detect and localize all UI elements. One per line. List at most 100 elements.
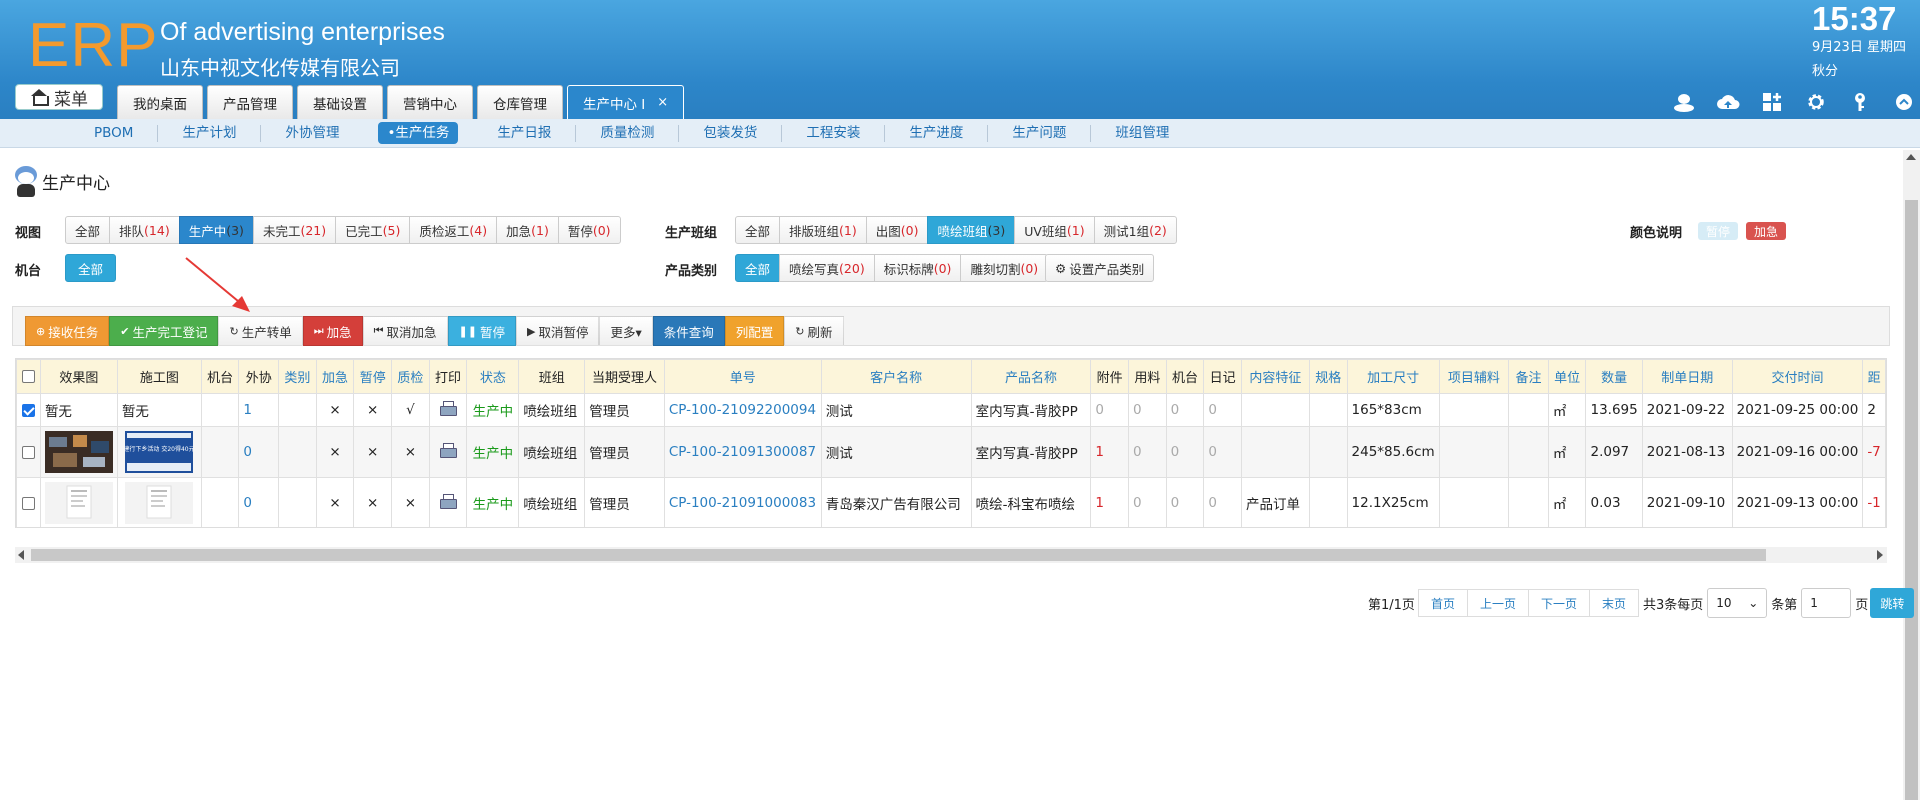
row-select-cell[interactable] — [16, 477, 41, 527]
col-header-sortable[interactable]: 备注 — [1508, 359, 1549, 394]
transfer-order-button[interactable]: ↻ 生产转单 — [218, 316, 303, 346]
last-page-button[interactable]: 末页 — [1588, 589, 1639, 617]
row-select-cell[interactable] — [16, 426, 41, 478]
scroll-left-icon[interactable] — [18, 550, 24, 560]
construction-thumbnail[interactable] — [125, 482, 194, 524]
user-icon[interactable] — [1672, 90, 1696, 114]
chevron-up-icon[interactable] — [1892, 90, 1916, 114]
tab-production-center[interactable]: 生产中心 I × — [567, 85, 685, 119]
order-number-link[interactable]: CP-100-21092200094 — [663, 393, 822, 427]
view-finished[interactable]: 已完工 (5) — [335, 216, 411, 244]
tab-basic-settings[interactable]: 基础设置 — [297, 85, 383, 119]
view-urgent[interactable]: 加急 (1) — [496, 216, 559, 244]
menu-button[interactable]: 菜单 — [15, 84, 103, 110]
col-header-sortable[interactable]: 暂停 — [353, 359, 393, 394]
subnav-daily-report[interactable]: 生产日报 — [473, 124, 577, 142]
cancel-pause-button[interactable]: ▶ 取消暂停 — [516, 316, 600, 346]
column-config-button[interactable]: 列配置 — [724, 316, 785, 346]
outsource-cell[interactable]: 0 — [238, 426, 280, 478]
machine-all[interactable]: 全部 — [65, 254, 117, 282]
team-layout[interactable]: 排版班组 (1) — [779, 216, 867, 244]
outsource-cell[interactable]: 0 — [238, 477, 280, 527]
construction-image-cell[interactable] — [116, 477, 202, 527]
tab-marketing-center[interactable]: 营销中心 — [387, 85, 473, 119]
team-spray-paint[interactable]: 喷绘班组 (3) — [927, 216, 1016, 244]
table-row[interactable]: 暂无 暂无 1 × × √ 生产中 喷绘班组 管理员 CP-100-210922… — [16, 393, 1886, 427]
team-test1[interactable]: 测试1组 (2) — [1093, 216, 1177, 244]
scroll-thumb[interactable] — [31, 549, 1766, 561]
col-header-sortable[interactable]: 数量 — [1585, 359, 1643, 394]
effect-thumbnail[interactable] — [44, 431, 113, 473]
team-output[interactable]: 出图 (0) — [865, 216, 929, 244]
first-page-button[interactable]: 首页 — [1417, 589, 1468, 617]
receive-task-button[interactable]: ⊕ 接收任务 — [25, 316, 110, 346]
subnav-quality-check[interactable]: 质量检测 — [576, 124, 680, 142]
col-header-sortable[interactable]: 单位 — [1547, 359, 1587, 394]
apps-icon[interactable] — [1760, 90, 1784, 114]
vertical-scrollbar[interactable] — [1903, 150, 1920, 800]
construction-thumbnail[interactable]: 国际建行下乡活动 交20得40元话费 — [125, 431, 194, 473]
col-header-sortable[interactable]: 客户名称 — [820, 359, 972, 394]
refresh-button[interactable]: ↻ 刷新 — [784, 316, 844, 346]
attachment-cell[interactable]: 0 — [1090, 393, 1129, 427]
col-header-sortable[interactable]: 规格 — [1308, 359, 1348, 394]
per-page-select[interactable]: 10 ⌄ — [1707, 588, 1768, 618]
view-qc-rework[interactable]: 质检返工 (4) — [409, 216, 498, 244]
select-all-checkbox[interactable] — [21, 370, 35, 383]
col-header-sortable[interactable]: 质检 — [391, 359, 430, 394]
gear-icon[interactable] — [1804, 90, 1828, 114]
col-header-sortable[interactable]: 加急 — [315, 359, 355, 394]
set-category-button[interactable]: ⚙ 设置产品类别 — [1045, 254, 1155, 282]
subnav-progress[interactable]: 生产进度 — [885, 124, 989, 142]
printer-icon[interactable] — [440, 494, 458, 509]
team-uv[interactable]: UV班组 (1) — [1014, 216, 1095, 244]
more-button[interactable]: 更多▾ — [599, 316, 653, 346]
pause-button[interactable]: ❚❚ 暂停 — [447, 316, 516, 346]
prev-page-button[interactable]: 上一页 — [1466, 589, 1529, 617]
view-all[interactable]: 全部 — [65, 216, 111, 244]
subnav-outsource[interactable]: 外协管理 — [261, 125, 363, 142]
col-header-sortable[interactable]: 单号 — [663, 359, 822, 394]
construction-image-cell[interactable]: 国际建行下乡活动 交20得40元话费 — [116, 426, 202, 478]
page-number-input[interactable]: 1 — [1801, 588, 1852, 618]
effect-image-cell[interactable] — [39, 477, 118, 527]
subnav-issues[interactable]: 生产问题 — [988, 124, 1092, 142]
order-number-link[interactable]: CP-100-21091300087 — [663, 426, 822, 478]
condition-query-button[interactable]: 条件查询 — [652, 316, 725, 346]
table-row[interactable]: 0 × × × 生产中 喷绘班组 管理员 CP-100-21091000083 … — [16, 477, 1886, 527]
effect-thumbnail[interactable] — [44, 482, 113, 524]
key-icon[interactable] — [1848, 90, 1872, 114]
print-cell[interactable] — [428, 477, 468, 527]
close-icon[interactable]: × — [657, 95, 668, 110]
go-page-button[interactable]: 跳转 — [1870, 588, 1915, 618]
row-checkbox[interactable] — [21, 496, 35, 510]
order-number-link[interactable]: CP-100-21091000083 — [663, 477, 822, 527]
subnav-pbom[interactable]: PBOM — [70, 124, 159, 142]
col-header-sortable[interactable]: 加工尺寸 — [1346, 359, 1440, 394]
subnav-packing-shipping[interactable]: 包装发货 — [679, 124, 783, 142]
attachment-cell[interactable]: 1 — [1090, 477, 1129, 527]
category-engrave-cut[interactable]: 雕刻切割 (0) — [960, 254, 1049, 282]
col-header-sortable[interactable]: 内容特征 — [1241, 359, 1310, 394]
team-all[interactable]: 全部 — [735, 216, 781, 244]
outsource-cell[interactable]: 1 — [238, 393, 280, 427]
printer-icon[interactable] — [440, 443, 458, 458]
cancel-urgent-button[interactable]: ⏮ 取消加急 — [362, 316, 448, 346]
cloud-upload-icon[interactable] — [1716, 90, 1740, 114]
subnav-production-plan[interactable]: 生产计划 — [158, 124, 262, 142]
attachment-cell[interactable]: 1 — [1090, 426, 1129, 478]
horizontal-scrollbar[interactable] — [15, 547, 1887, 563]
row-checkbox[interactable] — [21, 445, 35, 459]
row-select-cell[interactable] — [16, 393, 41, 427]
table-row[interactable]: 国际建行下乡活动 交20得40元话费 0 × × × 生产中 喷绘班组 管理员 … — [16, 426, 1886, 478]
subnav-installation[interactable]: 工程安装 — [782, 124, 886, 142]
tab-product-management[interactable]: 产品管理 — [207, 85, 293, 119]
col-header-sortable[interactable]: 状态 — [466, 359, 520, 394]
next-page-button[interactable]: 下一页 — [1527, 589, 1590, 617]
row-checkbox[interactable] — [21, 403, 35, 417]
print-cell[interactable] — [428, 393, 468, 427]
category-all[interactable]: 全部 — [735, 254, 781, 282]
completion-register-button[interactable]: ✔ 生产完工登记 — [109, 316, 219, 346]
category-signage[interactable]: 标识标牌 (0) — [873, 254, 962, 282]
view-paused[interactable]: 暂停 (0) — [557, 216, 621, 244]
